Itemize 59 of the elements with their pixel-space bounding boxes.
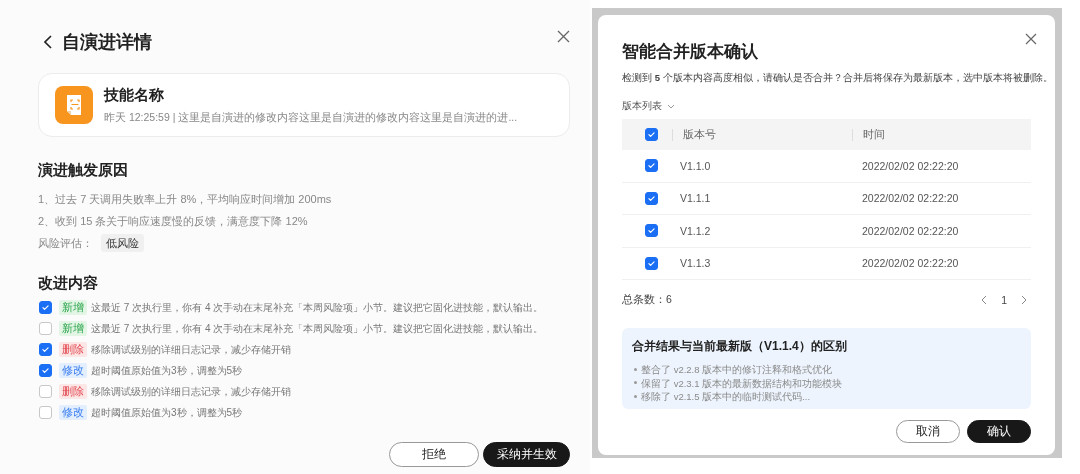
accept-button[interactable]: 采纳并生效 [483, 442, 570, 467]
skill-name: 技能名称 [104, 85, 165, 105]
item-text: 超时阈值原始值为3秒，调整为5秒 [91, 363, 243, 378]
section-heading: 改进内容 [38, 274, 99, 293]
tag: 修改 [59, 363, 87, 378]
risk-label: 风险评估： [38, 236, 93, 251]
item-text: 移除调试级别的详细日志记录，减少存储开销 [91, 342, 291, 357]
bullet-icon [634, 395, 637, 398]
chevron-down-icon[interactable] [667, 103, 675, 109]
diff-item: 整合了 v2.2.8 版本中的修订注释和格式优化 [641, 364, 833, 375]
checkbox[interactable] [39, 406, 52, 419]
tag: 删除 [59, 342, 87, 357]
dialog-title: 智能合并版本确认 [622, 41, 759, 62]
tag: 新增 [59, 300, 87, 315]
back-icon[interactable] [44, 35, 52, 49]
change-summary: 这里是自演进的修改内容这里是自演进的修改内容这里是自演进的进... [178, 110, 518, 123]
page-number[interactable]: 1 [1001, 294, 1007, 306]
document-icon [55, 86, 93, 124]
item-text: 超时阈值原始值为3秒，调整为5秒 [91, 405, 243, 420]
item-text: 移除调试级别的详细日志记录，减少存储开销 [91, 384, 291, 399]
column-header: 时间 [863, 127, 885, 142]
chevron-left-icon[interactable] [981, 295, 988, 305]
tag: 新增 [59, 321, 87, 336]
tag: 删除 [59, 384, 87, 399]
table-cell-text: V1.1.0 [680, 159, 712, 172]
close-icon[interactable] [1025, 33, 1037, 45]
table-cell-text: V1.1.3 [680, 257, 712, 270]
chevron-right-icon[interactable] [1021, 295, 1027, 305]
total-count: 总条数：6 [622, 293, 672, 307]
reject-button[interactable]: 拒绝 [389, 442, 479, 467]
close-icon[interactable] [557, 29, 570, 43]
table-cell-text: 2022/02/02 02:22:20 [862, 192, 960, 205]
diff-heading: 合并结果与当前最新版（V1.1.4）的区别 [632, 338, 848, 355]
bullet-icon [634, 368, 637, 371]
table-cell-text: V1.1.2 [680, 224, 712, 237]
bullet-icon [634, 381, 637, 385]
table-cell-text: 2022/02/02 02:22:20 [862, 159, 960, 172]
checkbox[interactable] [39, 385, 52, 398]
item-text: 这最近 7 次执行里，你有 4 次手动在末尾补充「本周风险项」小节。建议把它固化进技能，默认输出。 [91, 300, 544, 315]
panel-title: 自演进详情 [62, 31, 153, 54]
item-text: 这最近 7 次执行里，你有 4 次手动在末尾补充「本周风险项」小节。建议把它固化进技能，默认输出。 [91, 321, 544, 336]
tag: 修改 [59, 405, 87, 420]
column-header: 版本号 [683, 127, 716, 142]
description-text: 检测到 5 个版本内容高度相似，请确认是否合并？合并后将保存为最新版本，选中版本将被删除。 [622, 72, 1053, 85]
version-list-toggle[interactable]: 版本列表 [622, 99, 662, 113]
confirm-button[interactable]: 确认 [967, 420, 1031, 443]
diff-item: 移除了 v2.1.5 版本中的临时测试代码... [641, 391, 811, 402]
reason-text: 1、过去 7 天调用失败率上升 8%，平均响应时间增加 200ms [38, 193, 332, 205]
separator: | [172, 110, 176, 123]
risk-tag: 低风险 [101, 234, 144, 252]
diff-item: 保留了 v2.3.1 版本的最新数据结构和功能模块 [641, 377, 843, 389]
table-cell-text: 2022/02/02 02:22:20 [862, 224, 960, 237]
table-cell-text: V1.1.1 [680, 192, 712, 205]
cancel-button[interactable]: 取消 [896, 420, 960, 443]
timestamp: 昨天 12:25:59 [104, 110, 170, 123]
table-cell-text: 2022/02/02 02:22:20 [862, 257, 960, 270]
checkbox[interactable] [39, 322, 52, 335]
reason-text: 2、收到 15 条关于响应速度慢的反馈，满意度下降 12% [38, 215, 308, 227]
section-heading: 演进触发原因 [38, 161, 129, 180]
